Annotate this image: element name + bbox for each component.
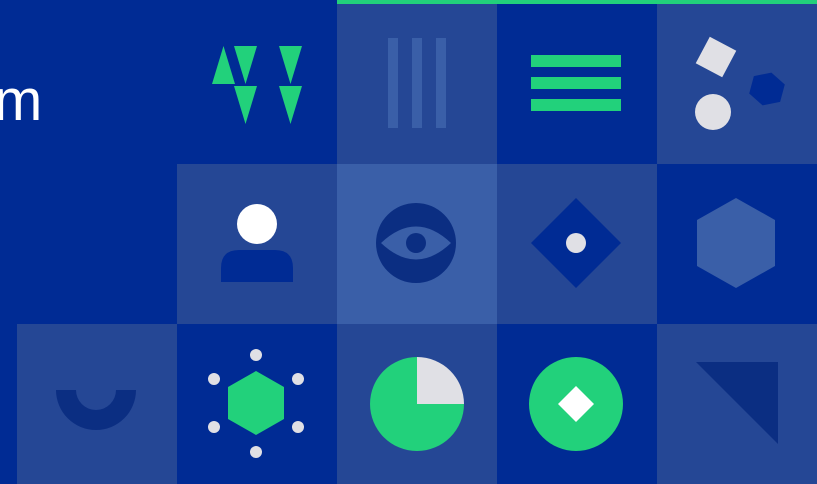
headline-fragment: m xyxy=(0,68,43,133)
hero-banner: m xyxy=(0,0,817,484)
tile-smile xyxy=(17,324,177,484)
tile-person xyxy=(177,164,337,324)
triangle-corner-icon xyxy=(696,362,778,444)
pie-icon xyxy=(370,357,464,451)
diamond-icon xyxy=(531,198,621,288)
person-icon xyxy=(221,204,293,282)
vertical-bars-icon xyxy=(388,38,446,128)
eye-icon xyxy=(376,203,456,283)
tile-triangle-corner xyxy=(657,324,817,484)
tile-diamond-circle xyxy=(497,324,657,484)
tile-vertical-bars xyxy=(337,4,497,164)
diamond-circle-icon xyxy=(529,357,623,451)
tile-eye xyxy=(337,164,497,324)
hexagon-icon xyxy=(697,198,775,288)
tile-diamond xyxy=(497,164,657,324)
triangles-icon xyxy=(212,46,302,124)
tile-network-hexagon xyxy=(177,324,337,484)
tile-horizontal-bars xyxy=(497,4,657,164)
network-hexagon-icon xyxy=(208,349,304,458)
horizontal-bars-icon xyxy=(531,55,621,111)
tile-triangles xyxy=(177,4,337,164)
smile-icon xyxy=(56,390,136,430)
tile-pie xyxy=(337,324,497,484)
tile-shapes xyxy=(657,4,817,164)
shapes-icon xyxy=(695,36,785,130)
tile-hexagon xyxy=(657,164,817,324)
